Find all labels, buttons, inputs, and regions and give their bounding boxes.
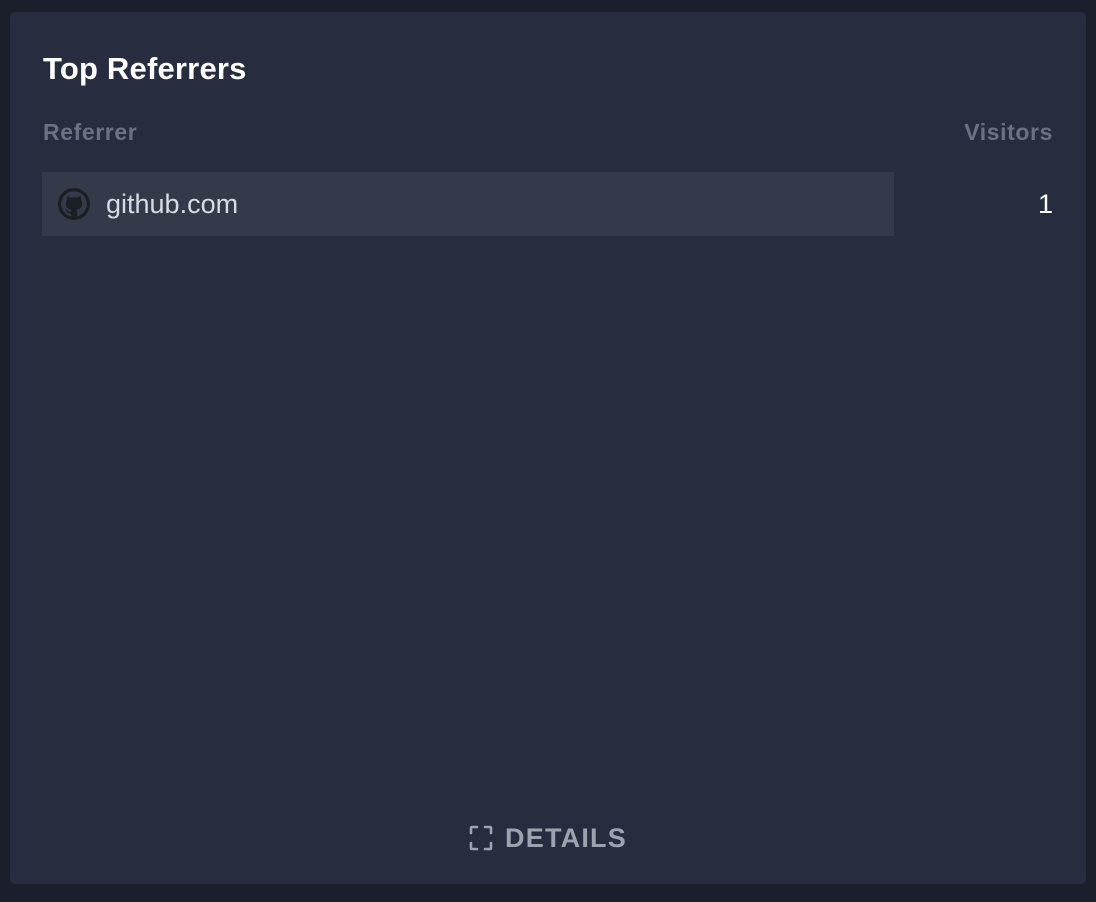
visitor-count: 1 [1037, 189, 1053, 219]
details-button[interactable]: DETAILS [10, 820, 1086, 856]
referrer-row-bar[interactable]: github.com [42, 172, 894, 236]
top-referrers-card: Top Referrers Referrer Visitors github.c… [10, 12, 1086, 884]
referrer-column-header: Referrer [43, 119, 138, 145]
referrer-label: github.com [106, 189, 239, 219]
visitors-column-header: Visitors [964, 119, 1053, 145]
card-title: Top Referrers [43, 51, 247, 86]
expand-icon [469, 825, 493, 851]
details-label: DETAILS [505, 823, 627, 853]
github-icon [58, 188, 90, 220]
